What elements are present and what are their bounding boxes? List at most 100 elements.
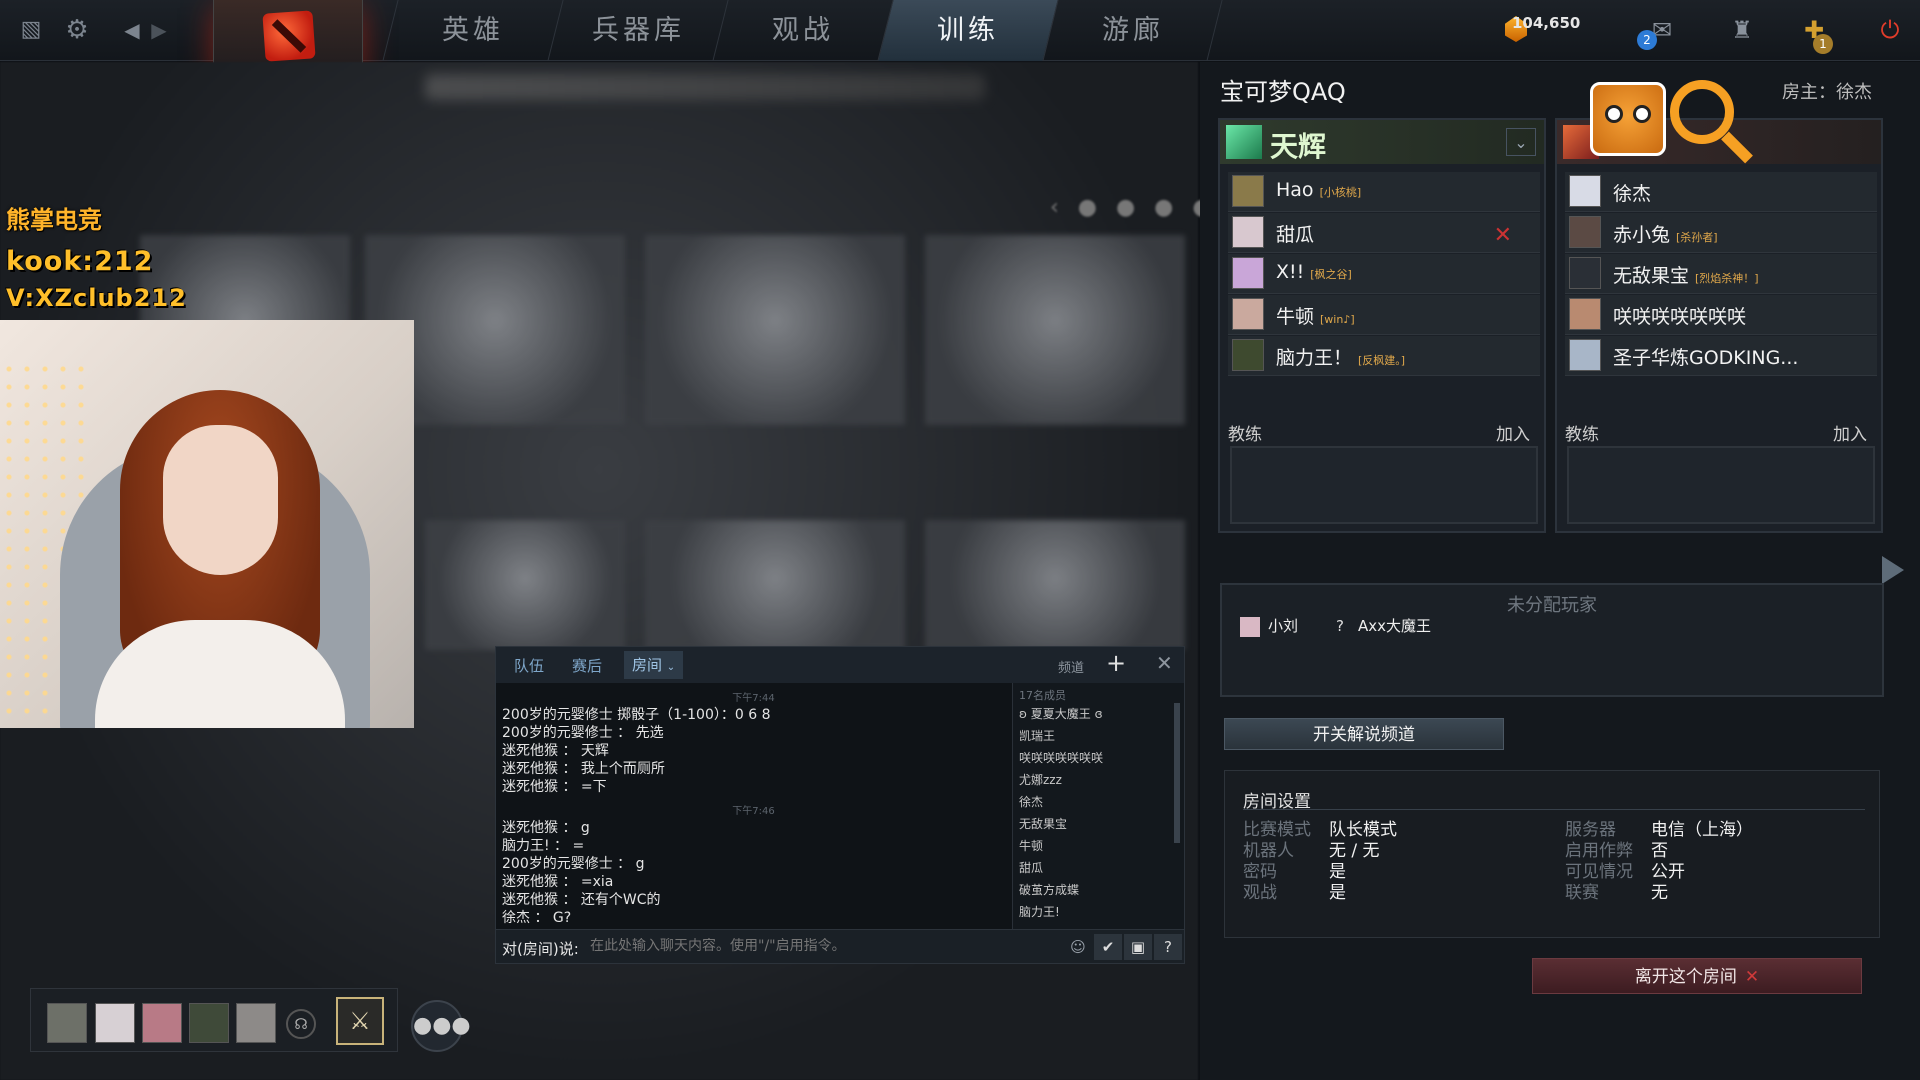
- kick-player-icon[interactable]: ✕: [1494, 223, 1512, 248]
- chat-input-bar: 对(房间)说: ☺ ✔ ▣ ?: [496, 929, 1184, 963]
- chat-tab-lobby[interactable]: 房间 ⌄: [624, 651, 684, 679]
- player-slot[interactable]: 无敌果宝 [烈焰杀神！]: [1565, 254, 1877, 294]
- chat-tab-postgame[interactable]: 赛后: [572, 655, 602, 676]
- player-slot[interactable]: 赤小兔 [杀孙者]: [1565, 213, 1877, 253]
- tab-arcade[interactable]: 游廊: [1042, 0, 1223, 61]
- unassigned-title: 未分配玩家: [1507, 595, 1597, 616]
- radiant-emblem-icon: [1226, 125, 1262, 159]
- party-avatar[interactable]: [47, 1003, 87, 1043]
- plus-badge: 1: [1813, 34, 1833, 54]
- screenshot-icon[interactable]: ▣: [1124, 934, 1152, 960]
- tab-heroes[interactable]: 英雄: [382, 0, 563, 61]
- avatar: [1569, 257, 1601, 289]
- chat-member[interactable]: 徐杰: [1013, 791, 1184, 813]
- chat-member-list: 17名成员 ʚ 夏夏大魔王 ɞ 凯瑞王 咲咲咲咲咲咲咲 尤娜zzz 徐杰 无敌果宝 牛顿 甜瓜…: [1012, 683, 1184, 929]
- setting-row: 观战 是: [1243, 878, 1346, 903]
- room-settings: 房间设置 比赛模式 队长模式 机器人无 / 无密码是观战是 服务器 电信（上海） 启用作…: [1224, 770, 1880, 938]
- help-icon[interactable]: ?: [1154, 934, 1182, 960]
- party-menu-button[interactable]: ●●●: [411, 1000, 471, 1052]
- player-slot[interactable]: 甜瓜 ✕: [1228, 213, 1540, 253]
- tab-watch[interactable]: 观战: [712, 0, 893, 61]
- chevron-down-icon[interactable]: ⌄: [1506, 128, 1536, 156]
- chat-input[interactable]: [590, 938, 1030, 954]
- chat-message: 迷死他猴 ： 还有个WC的: [502, 892, 661, 908]
- leave-lobby-button[interactable]: 离开这个房间 ✕: [1532, 958, 1862, 994]
- chat-member[interactable]: 凯瑞王: [1013, 725, 1184, 747]
- avatar: [1232, 175, 1264, 207]
- sticker-eye: [1605, 105, 1623, 123]
- setting-label: 观战: [1243, 883, 1277, 903]
- tab-learn[interactable]: 训练: [877, 0, 1058, 61]
- party-bar: ☊ ⚔: [30, 988, 398, 1052]
- sticker-eye: [1633, 105, 1651, 123]
- chat-message: 迷死他猴 ： g: [502, 820, 590, 836]
- emoji-icon[interactable]: ☺: [1064, 934, 1092, 960]
- player-slot[interactable]: 徐杰: [1565, 172, 1877, 212]
- chat-tab-bar: 队伍 赛后 房间 ⌄ 频道 + ✕: [496, 647, 1184, 683]
- party-avatar[interactable]: [236, 1003, 276, 1043]
- forward-arrow-icon[interactable]: ▶: [142, 13, 176, 47]
- chat-member[interactable]: 无敌果宝: [1013, 813, 1184, 835]
- chat-message: 迷死他猴 ： =xia: [502, 874, 614, 890]
- dota2-client-window: ▧ ⚙ ◀ ▶ 英雄 兵器库 观战 训练 游廊 104,650 ✉ 2 ♜ ✚ …: [0, 0, 1920, 1080]
- chat-member[interactable]: 牛顿: [1013, 835, 1184, 857]
- chat-message: 200岁的元婴修士 ： g: [502, 856, 645, 872]
- unassigned-player[interactable]: ? Axx大魔王: [1330, 615, 1431, 637]
- avatar: [1232, 216, 1264, 248]
- unknown-avatar-icon: ?: [1336, 616, 1344, 635]
- chat-member[interactable]: 甜瓜: [1013, 857, 1184, 879]
- close-icon[interactable]: ✕: [1156, 651, 1173, 675]
- player-slot[interactable]: 咲咲咲咲咲咲咲: [1565, 295, 1877, 335]
- avatar: [1569, 298, 1601, 330]
- chat-window: 队伍 赛后 房间 ⌄ 频道 + ✕ 下午7:44 200岁的元婴修士 掷骰子（1-…: [495, 646, 1185, 964]
- unassigned-player[interactable]: 小刘: [1240, 615, 1298, 637]
- player-slot[interactable]: Hao [小核桃]: [1228, 172, 1540, 212]
- check-icon[interactable]: ✔: [1094, 934, 1122, 960]
- player-name: 圣子华炼GODKING...: [1613, 347, 1799, 369]
- party-avatar[interactable]: [95, 1003, 135, 1043]
- channel-label[interactable]: 频道: [1058, 657, 1084, 676]
- player-name: 牛顿 [win♪]: [1276, 306, 1355, 328]
- player-tag: [反枫建。]: [1358, 354, 1406, 367]
- dota-logo-icon[interactable]: ▧: [14, 13, 48, 47]
- shards-count: 104,650: [1512, 14, 1581, 32]
- blurred-tile: [645, 235, 905, 425]
- rank-medal-icon[interactable]: ⚔: [336, 997, 384, 1045]
- headset-icon[interactable]: ☊: [286, 1009, 316, 1039]
- power-icon[interactable]: ⏻: [1868, 10, 1912, 50]
- dire-coach-join[interactable]: 加入: [1833, 420, 1867, 445]
- add-channel-icon[interactable]: +: [1106, 649, 1126, 677]
- setting-value: 是: [1329, 883, 1346, 903]
- radiant-coach-slot[interactable]: [1230, 446, 1538, 524]
- radiant-coach-header: 教练 加入: [1228, 420, 1540, 445]
- radiant-coach-join[interactable]: 加入: [1496, 420, 1530, 445]
- blurred-breadcrumb: [425, 74, 985, 100]
- setting-label: 联赛: [1565, 883, 1599, 903]
- close-icon: ✕: [1744, 967, 1760, 987]
- chat-member[interactable]: 咲咲咲咲咲咲咲: [1013, 747, 1184, 769]
- player-slot[interactable]: X!! [枫之谷]: [1228, 254, 1540, 294]
- expand-arrow-icon[interactable]: [1882, 556, 1904, 584]
- party-avatar[interactable]: [189, 1003, 229, 1043]
- avatar: [1232, 298, 1264, 330]
- dire-coach-slot[interactable]: [1567, 446, 1875, 524]
- toggle-caster-channel-button[interactable]: 开关解说频道: [1224, 718, 1504, 750]
- player-slot[interactable]: 脑力王！ [反枫建。]: [1228, 336, 1540, 376]
- chat-message: 迷死他猴 ： =下: [502, 779, 607, 795]
- chat-member[interactable]: 脑力王!: [1013, 901, 1184, 923]
- player-slot[interactable]: 牛顿 [win♪]: [1228, 295, 1540, 335]
- scrollbar[interactable]: [1174, 703, 1180, 843]
- settings-gear-icon[interactable]: ⚙: [60, 13, 94, 47]
- armory-icon[interactable]: ♜: [1720, 10, 1764, 50]
- chat-member[interactable]: 尤娜zzz: [1013, 769, 1184, 791]
- player-slot[interactable]: 圣子华炼GODKING...: [1565, 336, 1877, 376]
- team-radiant: 天辉 ⌄ Hao [小核桃] 甜瓜 ✕ X!! [枫之谷] 牛顿 [win♪] 脑力王！ [反枫建…: [1218, 118, 1546, 533]
- chat-message: 脑力王! ： =: [502, 838, 585, 854]
- player-tag: [win♪]: [1320, 313, 1355, 326]
- chat-member[interactable]: ʚ 夏夏大魔王 ɞ: [1013, 703, 1184, 725]
- tab-armory[interactable]: 兵器库: [547, 0, 728, 61]
- chat-tab-party[interactable]: 队伍: [514, 655, 544, 676]
- avatar: [1232, 257, 1264, 289]
- party-avatar[interactable]: [142, 1003, 182, 1043]
- chat-member[interactable]: 破茧方成蝶: [1013, 879, 1184, 901]
